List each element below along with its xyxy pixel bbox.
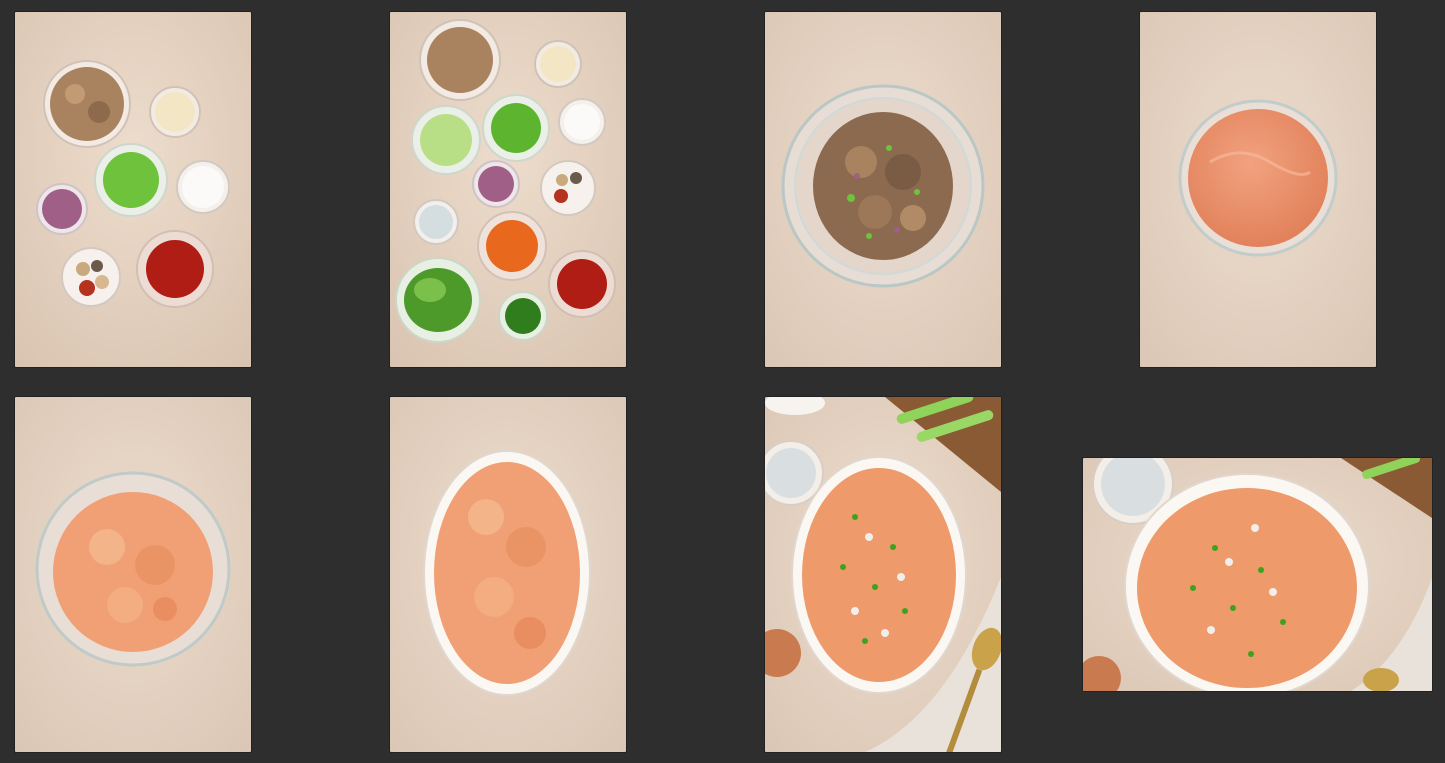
photo-thumbnail-ingredients-2[interactable] (390, 12, 626, 367)
photo-thumbnail-ingredients-1[interactable] (15, 12, 251, 367)
mixed-dip-photo (15, 397, 251, 752)
ingredients-photo (15, 12, 251, 367)
photo-thumbnail-garnished-vertical[interactable] (765, 397, 1001, 752)
photo-thumbnail-baking-dish[interactable] (390, 397, 626, 752)
sauce-bowl-photo (1140, 12, 1376, 367)
garnished-dip-photo (765, 397, 1001, 752)
photo-thumbnail-chicken-mixture[interactable] (765, 12, 1001, 367)
chicken-bowl-photo (765, 12, 1001, 367)
photo-thumbnail-mixed-dip[interactable] (15, 397, 251, 752)
ingredients-photo (390, 12, 626, 367)
garnished-dip-photo (1083, 458, 1432, 691)
baking-dish-photo (390, 397, 626, 752)
photo-gallery (0, 0, 1445, 763)
photo-thumbnail-garnished-horizontal[interactable] (1083, 458, 1432, 691)
photo-thumbnail-sauce-bowl[interactable] (1140, 12, 1376, 367)
